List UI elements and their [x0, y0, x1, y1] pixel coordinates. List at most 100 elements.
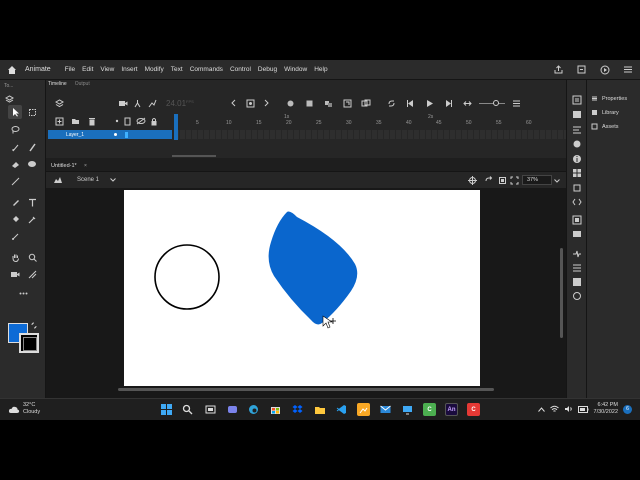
tab-output[interactable]: Output [75, 81, 90, 87]
paint-bucket-tool-icon[interactable] [8, 212, 22, 226]
remote-desktop-icon[interactable] [401, 403, 414, 416]
stroke-color-swatch[interactable] [19, 333, 39, 353]
document-tab-title[interactable]: Untitled-1* [51, 163, 77, 169]
notification-badge[interactable]: 6 [623, 404, 632, 414]
teams-chat-icon[interactable] [226, 403, 239, 416]
vscode-icon[interactable] [335, 403, 348, 416]
brush-tool-icon[interactable] [25, 140, 39, 154]
swap-colors-icon[interactable] [30, 321, 38, 329]
code-snippets-icon[interactable] [571, 196, 583, 208]
store-icon[interactable] [269, 403, 282, 416]
pasteboard[interactable] [46, 188, 566, 398]
workspace-icon[interactable] [621, 63, 634, 76]
horizontal-scrollbar[interactable] [118, 388, 494, 391]
tab-timeline[interactable]: Timeline [48, 81, 67, 87]
fit-stage-icon[interactable] [509, 175, 520, 186]
hand-tool-icon[interactable] [8, 250, 22, 264]
chevron-right-icon[interactable] [262, 98, 273, 109]
pen-tool-icon[interactable] [8, 140, 22, 154]
camtasia-icon[interactable]: C [423, 403, 436, 416]
timeline-scrollbar[interactable] [172, 155, 216, 157]
tween-icon-1[interactable] [285, 98, 296, 109]
chevron-down-icon[interactable] [107, 175, 118, 186]
graph-icon[interactable] [147, 98, 158, 109]
menu-commands[interactable]: Commands [190, 66, 223, 73]
weather-widget[interactable]: 32°C Cloudy [8, 402, 40, 416]
circle-shape[interactable] [154, 244, 220, 310]
step-back-icon[interactable] [405, 98, 416, 109]
align-strip-icon[interactable] [571, 124, 583, 136]
color-strip-icon[interactable] [571, 138, 583, 150]
visibility-toggle-icon[interactable] [135, 116, 146, 127]
web-strip-icon[interactable] [571, 290, 583, 302]
zoom-chevron-down-icon[interactable] [551, 175, 562, 186]
onion-skin-icon[interactable] [361, 98, 372, 109]
lasso-tool-icon[interactable] [8, 122, 22, 136]
pencil-tool-icon[interactable] [8, 195, 22, 209]
tween-icon-3[interactable] [323, 98, 334, 109]
zoom-tool-icon[interactable] [25, 250, 39, 264]
frame-zoom-slider[interactable] [478, 98, 505, 109]
info-icon[interactable] [571, 153, 583, 165]
clock[interactable]: 6:42 PM 7/30/2022 [594, 402, 618, 416]
parenting-icon[interactable] [132, 98, 143, 109]
menu-text[interactable]: Text [171, 66, 183, 73]
frame-view-icon[interactable] [511, 98, 522, 109]
library-panel-item[interactable]: Library [591, 109, 619, 116]
swatches-strip-icon[interactable] [571, 167, 583, 179]
menu-modify[interactable]: Modify [145, 66, 164, 73]
publish-icon[interactable] [575, 63, 588, 76]
frame-ruler[interactable]: 1s 2s 5 10 15 20 25 30 35 40 45 50 55 60 [176, 114, 566, 128]
line-tool-icon[interactable] [8, 174, 22, 188]
test-movie-icon[interactable] [598, 63, 611, 76]
search-icon[interactable] [181, 403, 194, 416]
menu-view[interactable]: View [100, 66, 114, 73]
highlight-toggle-icon[interactable] [111, 116, 122, 127]
stage-canvas[interactable] [124, 190, 480, 386]
vertical-scrollbar[interactable] [560, 248, 563, 338]
history-strip-icon[interactable] [571, 228, 583, 240]
blue-blob-shape[interactable] [268, 211, 358, 325]
menu-help[interactable]: Help [314, 66, 327, 73]
file-explorer-icon[interactable] [313, 403, 326, 416]
step-forward-icon[interactable] [443, 98, 454, 109]
stage[interactable] [124, 190, 480, 386]
mail-icon[interactable] [379, 403, 392, 416]
menu-debug[interactable]: Debug [258, 66, 277, 73]
edge-icon[interactable] [247, 403, 260, 416]
camera-tool-icon[interactable] [8, 267, 22, 281]
dropbox-icon[interactable] [291, 403, 304, 416]
selection-tool-icon[interactable] [8, 105, 22, 119]
lock-icon[interactable] [148, 116, 159, 127]
menu-file[interactable]: File [65, 66, 75, 73]
chevron-up-icon[interactable] [537, 406, 545, 412]
scene-strip-icon[interactable] [571, 262, 583, 274]
edit-scene-icon[interactable] [52, 175, 63, 186]
clip-icon[interactable] [497, 175, 508, 186]
menu-edit[interactable]: Edit [82, 66, 93, 73]
insert-keyframe-icon[interactable] [245, 98, 256, 109]
more-tools-icon[interactable] [16, 286, 30, 300]
frames-row[interactable] [174, 130, 566, 139]
animate-taskbar-icon[interactable]: An [445, 403, 458, 416]
volume-icon[interactable] [564, 405, 573, 413]
layer-name[interactable]: Layer_1 [66, 132, 84, 138]
free-transform-tool-icon[interactable] [25, 105, 39, 119]
layer-dot[interactable] [114, 133, 118, 136]
properties-panel-item[interactable]: Properties [591, 95, 627, 102]
playhead[interactable] [174, 114, 178, 140]
home-icon[interactable] [5, 63, 19, 77]
oval-tool-icon[interactable] [25, 157, 39, 171]
task-view-icon[interactable] [204, 403, 217, 416]
battery-icon[interactable] [577, 405, 589, 413]
transform-strip-icon[interactable] [571, 182, 583, 194]
eyedropper-tool-icon[interactable] [25, 212, 39, 226]
new-layer-icon[interactable] [54, 116, 65, 127]
output-strip-icon[interactable] [571, 276, 583, 288]
scene-name[interactable]: Scene 1 [77, 177, 99, 183]
zoom-field[interactable]: 37% [522, 175, 552, 185]
chevron-left-icon[interactable] [228, 98, 239, 109]
fit-frames-icon[interactable] [462, 98, 473, 109]
loop-icon[interactable] [386, 98, 397, 109]
assets-panel-item[interactable]: Assets [591, 123, 619, 130]
